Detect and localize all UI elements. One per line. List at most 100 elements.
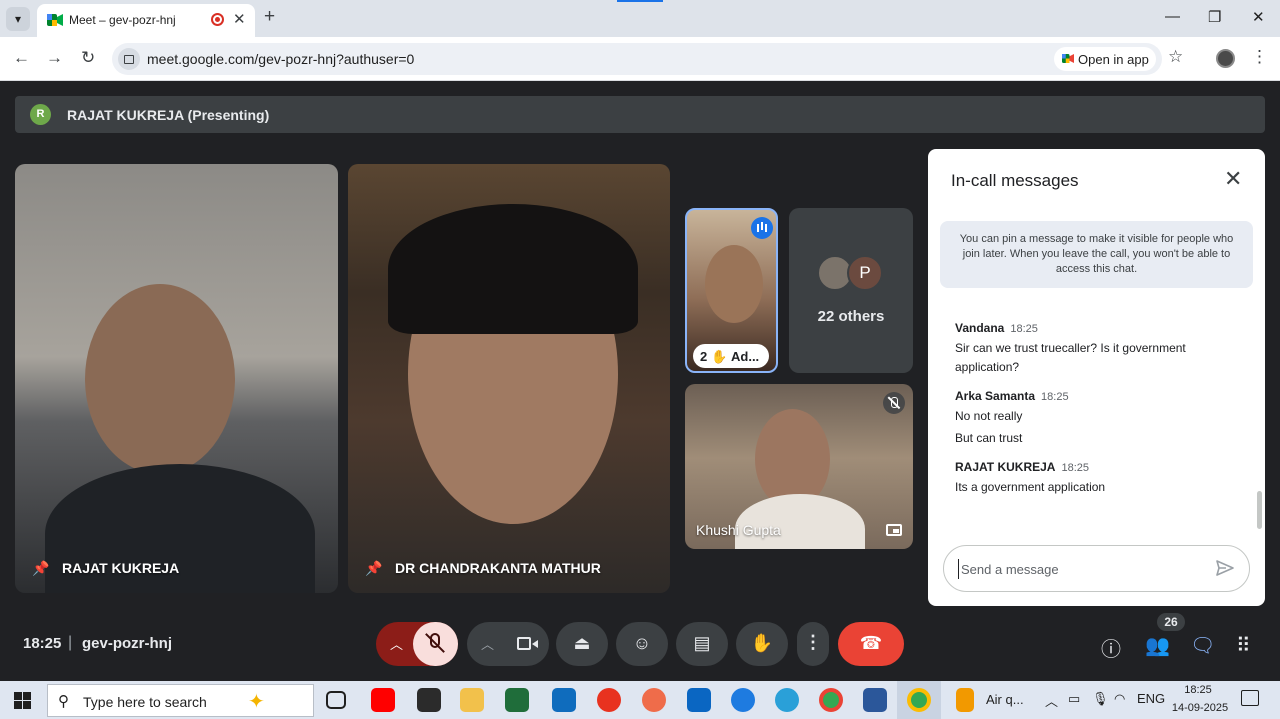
chat-scrollbar[interactable] <box>1257 491 1262 529</box>
presenting-text: RAJAT KUKREJA (Presenting) <box>67 107 270 123</box>
hangup-icon: ☎ <box>859 633 883 653</box>
wifi-icon[interactable]: ◠ <box>1114 691 1125 707</box>
hand-count: 2 <box>700 349 708 364</box>
tab-close-icon[interactable]: ✕ <box>233 10 246 28</box>
open-in-app-button[interactable]: Open in app <box>1054 47 1156 71</box>
bookmark-star-icon[interactable]: ☆ <box>1168 47 1183 67</box>
url-text[interactable]: meet.google.com/gev-pozr-hnj?authuser=0 <box>147 51 414 67</box>
send-icon[interactable] <box>1215 558 1235 578</box>
chat-message: Arka Samanta 18:25 No not really But can … <box>955 389 1245 448</box>
sticky-app-icon[interactable] <box>417 688 441 712</box>
chrome-icon[interactable] <box>819 688 843 712</box>
video-options-chevron-icon[interactable]: ︿ <box>481 634 494 653</box>
hand-icon: ✋ <box>750 633 774 653</box>
others-count: 22 others <box>817 308 885 325</box>
word-icon[interactable] <box>863 688 887 712</box>
pin-icon[interactable]: 📌 <box>365 560 382 577</box>
meeting-code: gev-pozr-hnj <box>82 635 172 652</box>
mic-toggle-button[interactable] <box>413 622 458 666</box>
others-tile[interactable]: P 22 others <box>789 208 913 373</box>
close-chat-icon[interactable]: ✕ <box>1224 166 1242 192</box>
emoji-icon: ☺ <box>632 633 652 653</box>
language-indicator[interactable]: ENG <box>1137 691 1165 706</box>
pin-icon[interactable]: 📌 <box>32 560 49 577</box>
captions-button[interactable]: ▤ <box>676 622 728 666</box>
chat-icon[interactable]: 🗨 <box>1190 633 1215 658</box>
address-bar[interactable]: meet.google.com/gev-pozr-hnj?authuser=0 … <box>112 43 1162 75</box>
participant-hair <box>388 204 638 334</box>
chrome-active-icon[interactable] <box>907 688 931 712</box>
edge-icon[interactable] <box>775 688 799 712</box>
taskbar-search-box[interactable]: ⚲ Type here to search ✦ <box>47 684 314 717</box>
mic-control-group: ︿ <box>376 622 458 666</box>
participant-tile-chandrakanta[interactable]: 📌 DR CHANDRAKANTA MATHUR <box>348 164 670 593</box>
air-quality-icon[interactable] <box>956 688 974 712</box>
file-explorer-icon[interactable] <box>460 688 484 712</box>
chat-messages: Vandana 18:25 Sir can we trust truecaller… <box>955 321 1245 509</box>
restore-icon[interactable]: ❐ <box>1208 8 1221 26</box>
air-quality-label[interactable]: Air q... <box>986 692 1024 707</box>
audio-options-chevron-icon[interactable]: ︿ <box>390 634 403 653</box>
leave-call-button[interactable]: ☎ <box>838 622 904 666</box>
captions-icon: ▤ <box>693 633 711 653</box>
forward-icon[interactable]: → <box>46 48 63 68</box>
participant-tile-khushi[interactable]: Khushi Gupta <box>685 384 913 549</box>
reactions-button[interactable]: ☺ <box>616 622 668 666</box>
minimize-icon[interactable]: — <box>1165 8 1180 25</box>
recording-icon <box>211 13 224 26</box>
more-options-button[interactable]: ⋮ <box>797 622 829 666</box>
participant-tile-ad[interactable]: 2 ✋ Ad... <box>685 208 778 373</box>
notification-icon[interactable] <box>1241 690 1259 706</box>
present-screen-button[interactable]: ⏏ <box>556 622 608 666</box>
others-avatars: P <box>817 255 887 293</box>
media-player-icon[interactable] <box>597 688 621 712</box>
message-header: Arka Samanta 18:25 <box>955 389 1245 403</box>
site-info-icon[interactable] <box>118 48 140 70</box>
camera-icon <box>517 637 538 650</box>
search-placeholder: Type here to search <box>83 694 207 710</box>
reload-icon[interactable]: ↻ <box>81 48 95 68</box>
activities-icon[interactable]: ⠿ <box>1236 633 1251 658</box>
camera-control-group[interactable]: ︿ <box>467 622 549 666</box>
youtube-icon[interactable] <box>371 688 395 712</box>
message-time: 18:25 <box>1010 323 1038 335</box>
chat-message: RAJAT KUKREJA 18:25 Its a government appl… <box>955 460 1245 497</box>
microphone-tray-icon[interactable]: 🎙 <box>1092 691 1109 707</box>
participant-video <box>85 284 235 474</box>
message-input[interactable] <box>958 559 1198 579</box>
battery-icon[interactable]: ▭ <box>1068 691 1080 707</box>
linkedin-icon[interactable] <box>687 688 711 712</box>
profile-avatar[interactable] <box>1216 49 1235 68</box>
participant-tile-rajat[interactable]: 📌 RAJAT KUKREJA <box>15 164 338 593</box>
snipping-icon[interactable] <box>642 688 666 712</box>
participant-name: RAJAT KUKREJA <box>62 560 180 576</box>
speaking-indicator-icon <box>751 217 773 239</box>
message-time: 18:25 <box>1041 391 1069 403</box>
chat-info-notice: You can pin a message to make it visible… <box>940 221 1253 288</box>
taskbar-time[interactable]: 18:25 <box>1177 684 1219 696</box>
new-tab-icon[interactable]: + <box>264 6 275 28</box>
windows-start-icon[interactable] <box>14 692 31 709</box>
people-count-badge: 26 <box>1157 613 1185 631</box>
outlook-icon[interactable] <box>552 688 576 712</box>
tab-meet[interactable]: Meet – gev-pozr-hnj ✕ <box>37 4 255 37</box>
vpn-app-icon[interactable] <box>731 688 755 712</box>
more-vert-icon: ⋮ <box>804 632 822 652</box>
people-icon[interactable]: 👥 <box>1145 633 1170 658</box>
back-icon[interactable]: ← <box>13 48 30 68</box>
participant-name: Ad... <box>731 349 760 364</box>
browser-menu-icon[interactable]: ⋮ <box>1251 47 1268 67</box>
solitaire-icon[interactable] <box>505 688 529 712</box>
tab-list-chevron-icon[interactable]: ▾ <box>6 7 30 31</box>
raise-hand-button[interactable]: ✋ <box>736 622 788 666</box>
presenter-avatar: R <box>30 104 51 125</box>
taskbar-date[interactable]: 14-09-2025 <box>1170 702 1230 714</box>
tray-chevron-icon[interactable]: ︿ <box>1045 691 1058 710</box>
task-view-icon[interactable] <box>326 691 346 709</box>
message-text: Its a government application <box>955 480 1106 494</box>
meeting-info-icon[interactable]: ⓘ <box>1101 633 1121 662</box>
picture-in-picture-icon[interactable] <box>886 524 902 536</box>
window-close-icon[interactable]: ✕ <box>1252 8 1265 26</box>
avatar: P <box>847 255 883 291</box>
send-message-box[interactable] <box>943 545 1250 592</box>
